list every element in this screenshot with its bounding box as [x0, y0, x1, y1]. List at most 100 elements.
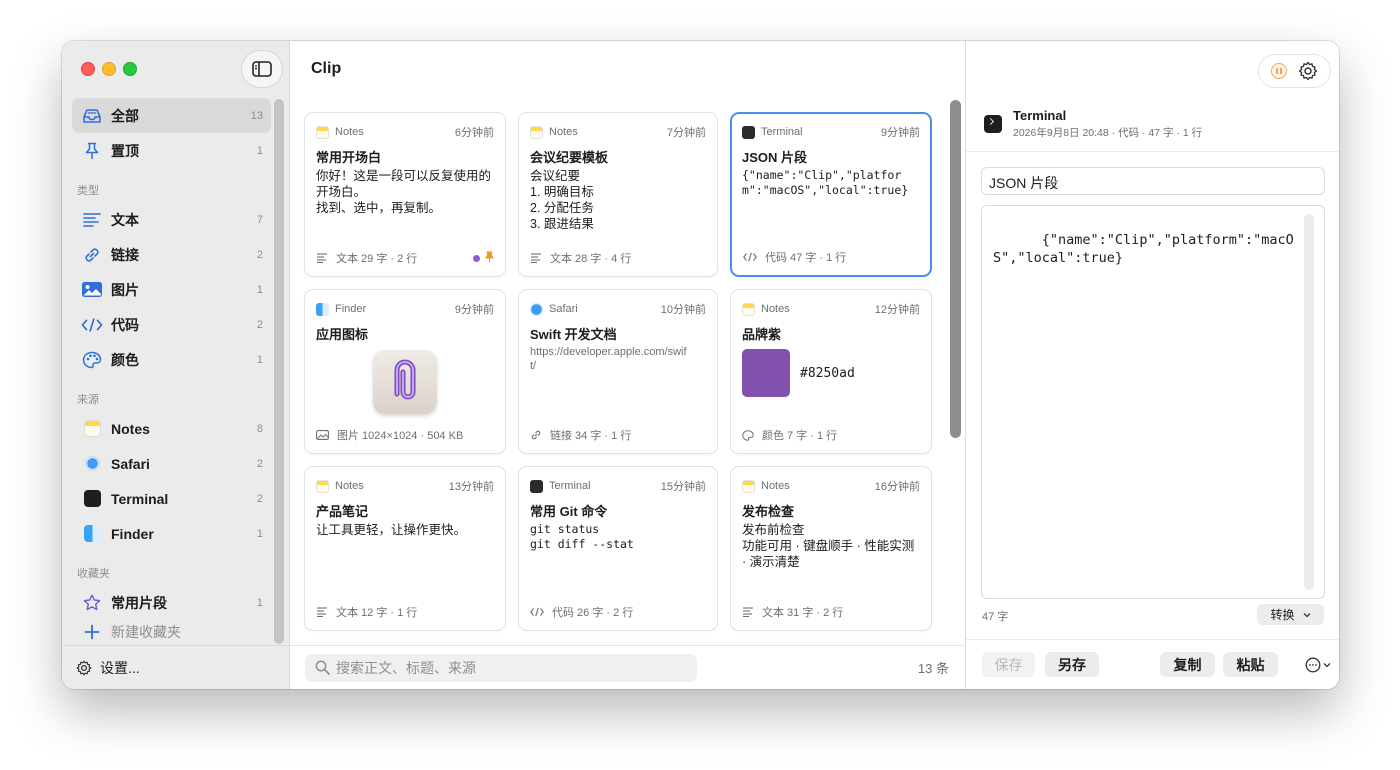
save-button[interactable]: 保存 — [982, 652, 1035, 677]
convert-dropdown[interactable]: 转换 — [1257, 604, 1324, 625]
search-placeholder: 搜索正文、标题、来源 — [336, 659, 476, 676]
zoom-window-button[interactable] — [123, 62, 137, 76]
sidebar-item-image[interactable]: 图片 1 — [72, 272, 271, 307]
char-count: 47 字 — [982, 611, 1009, 623]
sidebar-item-notes[interactable]: Notes 8 — [72, 411, 271, 446]
safari-app-icon — [530, 302, 543, 316]
star-icon — [81, 593, 103, 613]
card-time: 9分钟前 — [454, 304, 494, 316]
clip-card[interactable]: Notes 16分钟前 发布检查 发布前检查 功能可用 · 键盘顺手 · 性能实… — [730, 466, 932, 631]
card-time: 6分钟前 — [454, 127, 494, 139]
sidebar-scrollbar[interactable] — [274, 99, 284, 644]
sidebar-toggle-icon — [252, 61, 272, 77]
settings-button[interactable]: 设置... — [62, 645, 289, 689]
paste-button[interactable]: 粘贴 — [1223, 652, 1278, 677]
card-footer: 图片 1024×1024 · 504 KB — [316, 428, 494, 442]
card-time: 9分钟前 — [880, 127, 920, 139]
clip-card-selected[interactable]: Terminal 9分钟前 JSON 片段 {"name":"Clip","pl… — [730, 112, 932, 277]
card-footer: 文本 12 字 · 1 行 — [316, 605, 494, 619]
card-body: 发布前检查 功能可用 · 键盘顺手 · 性能实测 · 演示清楚 — [742, 523, 915, 569]
card-time: 16分钟前 — [874, 481, 920, 493]
card-footer: 文本 28 字 · 4 行 — [530, 251, 706, 265]
sidebar-item-pinned[interactable]: 置顶 1 — [72, 133, 271, 168]
photo-icon — [316, 430, 329, 440]
card-app-name: Notes — [335, 480, 364, 492]
copy-button[interactable]: 复制 — [1160, 652, 1215, 677]
sidebar-item-all[interactable]: 全部 13 — [72, 98, 271, 133]
paperclip-icon — [394, 359, 416, 400]
card-time: 13分钟前 — [448, 481, 494, 493]
new-collection-button[interactable]: 新建收藏夹 — [72, 620, 271, 644]
card-app-name: Notes — [335, 126, 364, 138]
pause-capture-button[interactable] — [1270, 63, 1287, 79]
sidebar-list: 全部 13 置顶 1 类型 文本 7 链接 2 图片 1 代码 2 颜色 1 来… — [72, 98, 271, 644]
sidebar-item-label: 链接 — [111, 246, 139, 263]
sidebar-item-color[interactable]: 颜色 1 — [72, 342, 271, 377]
sidebar-item-label: 图片 — [111, 281, 139, 298]
color-hex: #8250ad — [800, 365, 855, 381]
sidebar-item-safari[interactable]: Safari 2 — [72, 446, 271, 481]
card-time: 12分钟前 — [874, 304, 920, 316]
card-footer: 文本 31 字 · 2 行 — [742, 605, 920, 619]
card-meta: 文本 31 字 · 2 行 — [762, 607, 844, 619]
card-meta: 链接 34 字 · 1 行 — [550, 430, 632, 442]
safari-app-icon — [81, 454, 103, 474]
toggle-sidebar-button[interactable] — [241, 50, 283, 88]
notes-app-icon — [81, 419, 103, 439]
card-header: Notes 7分钟前 — [530, 124, 706, 140]
sidebar-item-count: 2 — [256, 318, 263, 331]
notes-app-icon — [530, 125, 543, 139]
notes-app-icon — [742, 479, 755, 493]
minimize-window-button[interactable] — [102, 62, 116, 76]
detail-footer: 保存 另存 复制 粘贴 — [966, 639, 1339, 689]
clip-card[interactable]: Terminal 15分钟前 常用 Git 命令 git status git … — [518, 466, 718, 631]
clip-title-input[interactable]: JSON 片段 — [981, 167, 1325, 195]
palette-icon — [742, 429, 754, 441]
save-as-button[interactable]: 另存 — [1045, 652, 1099, 677]
detail-header: Terminal 2026年9月8日 20:48 · 代码 · 47 字 · 1… — [984, 108, 1202, 140]
card-title: 应用图标 — [316, 327, 369, 342]
close-window-button[interactable] — [81, 62, 95, 76]
app-window: 全部 13 置顶 1 类型 文本 7 链接 2 图片 1 代码 2 颜色 1 来… — [62, 41, 1339, 689]
sidebar-item-count: 1 — [256, 144, 263, 157]
card-title: 产品笔记 — [316, 504, 369, 519]
sidebar-item-terminal[interactable]: Terminal 2 — [72, 481, 271, 516]
sidebar-item-link[interactable]: 链接 2 — [72, 237, 271, 272]
card-meta: 代码 47 字 · 1 行 — [765, 252, 847, 264]
card-body: https://developer.apple.com/swift/ — [530, 346, 687, 372]
card-meta: 代码 26 字 · 2 行 — [552, 607, 634, 619]
sidebar-item-favorite-snippets[interactable]: 常用片段 1 — [72, 585, 271, 620]
sidebar-item-finder[interactable]: Finder 1 — [72, 516, 271, 551]
search-input[interactable]: 搜索正文、标题、来源 — [305, 653, 697, 682]
card-header: Terminal 15分钟前 — [530, 478, 706, 494]
clip-card[interactable]: Notes 6分钟前 常用开场白 你好！这是一段可以反复使用的开场白。 找到、选… — [304, 112, 506, 277]
sidebar-item-text[interactable]: 文本 7 — [72, 202, 271, 237]
editor-scrollbar[interactable] — [1304, 214, 1314, 590]
code-icon — [530, 607, 544, 617]
sidebar-item-label: 置顶 — [111, 142, 139, 159]
sidebar-item-label: 文本 — [111, 211, 139, 228]
clip-card[interactable]: Notes 13分钟前 产品笔记 让工具更轻，让操作更快。 文本 12 字 · … — [304, 466, 506, 631]
clip-card[interactable]: Notes 7分钟前 会议纪要模板 会议纪要 1. 明确目标 2. 分配任务 3… — [518, 112, 718, 277]
card-app-name: Terminal — [761, 126, 803, 138]
section-header-sources: 来源 — [77, 394, 99, 406]
page-title: Clip — [311, 60, 342, 77]
sidebar-item-code[interactable]: 代码 2 — [72, 307, 271, 342]
settings-gear-button[interactable] — [1298, 61, 1318, 81]
clip-list-scrollbar[interactable] — [950, 100, 961, 438]
card-app-name: Notes — [761, 303, 790, 315]
clip-card[interactable]: Notes 12分钟前 品牌紫 #8250ad 颜色 7 字 · 1 行 — [730, 289, 932, 454]
more-actions-button[interactable] — [1305, 657, 1331, 673]
clip-content-editor[interactable]: {"name":"Clip","platform":"macOS","local… — [981, 205, 1325, 599]
terminal-app-icon — [984, 115, 1002, 133]
sidebar-item-count: 13 — [250, 109, 263, 122]
clip-card[interactable]: Safari 10分钟前 Swift 开发文档 https://develope… — [518, 289, 718, 454]
clip-card[interactable]: Finder 9分钟前 应用图标 图片 1024×1024 · 504 KB — [304, 289, 506, 454]
card-header: Terminal 9分钟前 — [742, 124, 920, 140]
sidebar-item-count: 2 — [256, 492, 263, 505]
sidebar-item-count: 2 — [256, 457, 263, 470]
card-body: 让工具更轻，让操作更快。 — [316, 523, 467, 537]
card-time: 15分钟前 — [660, 481, 706, 493]
code-icon — [743, 252, 757, 262]
finder-app-icon — [316, 302, 329, 316]
